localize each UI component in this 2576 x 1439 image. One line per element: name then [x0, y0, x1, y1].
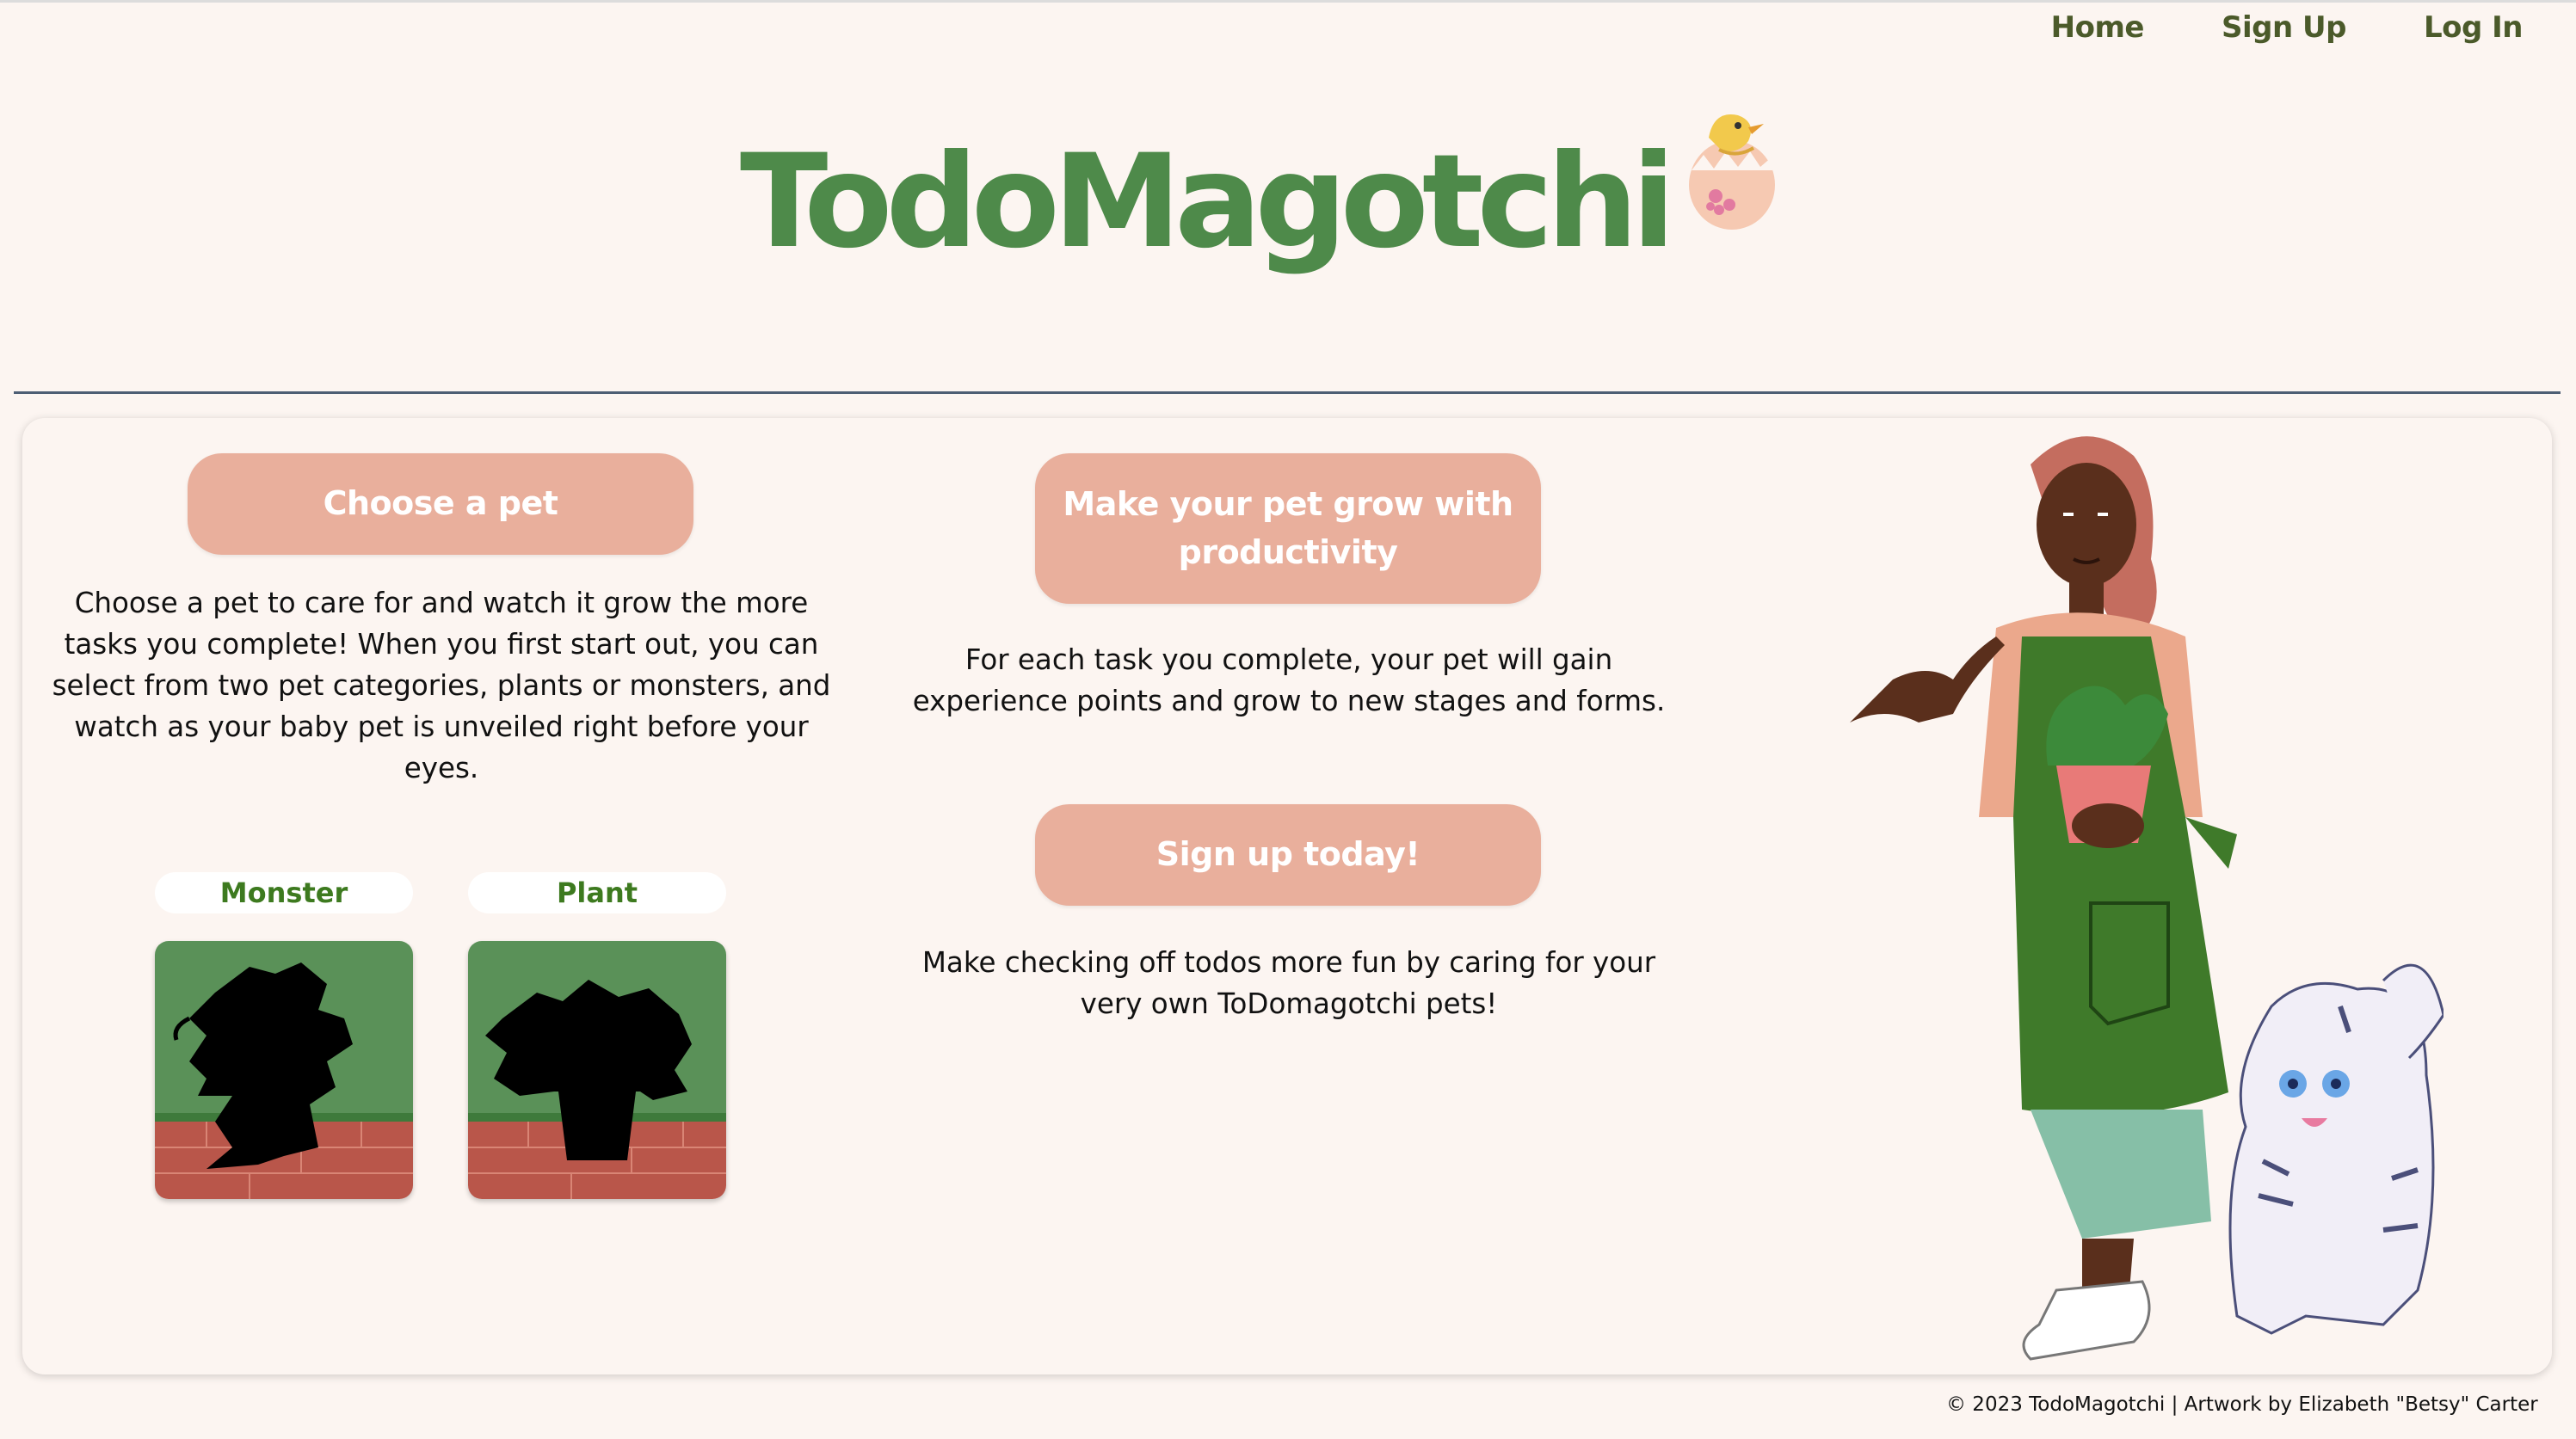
- grow-heading: Make your pet grow with productivity: [1035, 453, 1541, 604]
- plant-silhouette-icon: [468, 941, 726, 1199]
- hatching-egg-icon: [1688, 114, 1775, 230]
- logo[interactable]: TodoMagotchi: [740, 103, 1779, 267]
- grow-text: For each task you complete, your pet wil…: [912, 643, 1666, 717]
- monster-silhouette-icon: [155, 941, 413, 1199]
- header-divider: [14, 391, 2561, 394]
- plant-card[interactable]: [468, 941, 726, 1199]
- nav-login-link[interactable]: Log In: [2424, 10, 2524, 45]
- nav-home-link[interactable]: Home: [2051, 10, 2145, 45]
- footer-credit: © 2023 TodoMagotchi | Artwork by Elizabe…: [1946, 1393, 2538, 1416]
- choose-pet-text: Choose a pet to care for and watch it gr…: [52, 587, 831, 784]
- top-border: [0, 0, 2576, 3]
- gardener-with-pet-illustration: [1850, 436, 2444, 1361]
- monster-card[interactable]: [155, 941, 413, 1199]
- logo-text: TodoMagotchi: [740, 127, 1676, 277]
- nav-signup-link[interactable]: Sign Up: [2222, 10, 2346, 45]
- top-nav: Home Sign Up Log In: [2051, 10, 2524, 45]
- plant-label: Plant: [468, 872, 726, 913]
- signup-text: Make checking off todos more fun by cari…: [921, 946, 1656, 1020]
- monster-label: Monster: [155, 872, 413, 913]
- signup-button[interactable]: Sign up today!: [1035, 804, 1541, 906]
- choose-pet-heading: Choose a pet: [188, 453, 693, 555]
